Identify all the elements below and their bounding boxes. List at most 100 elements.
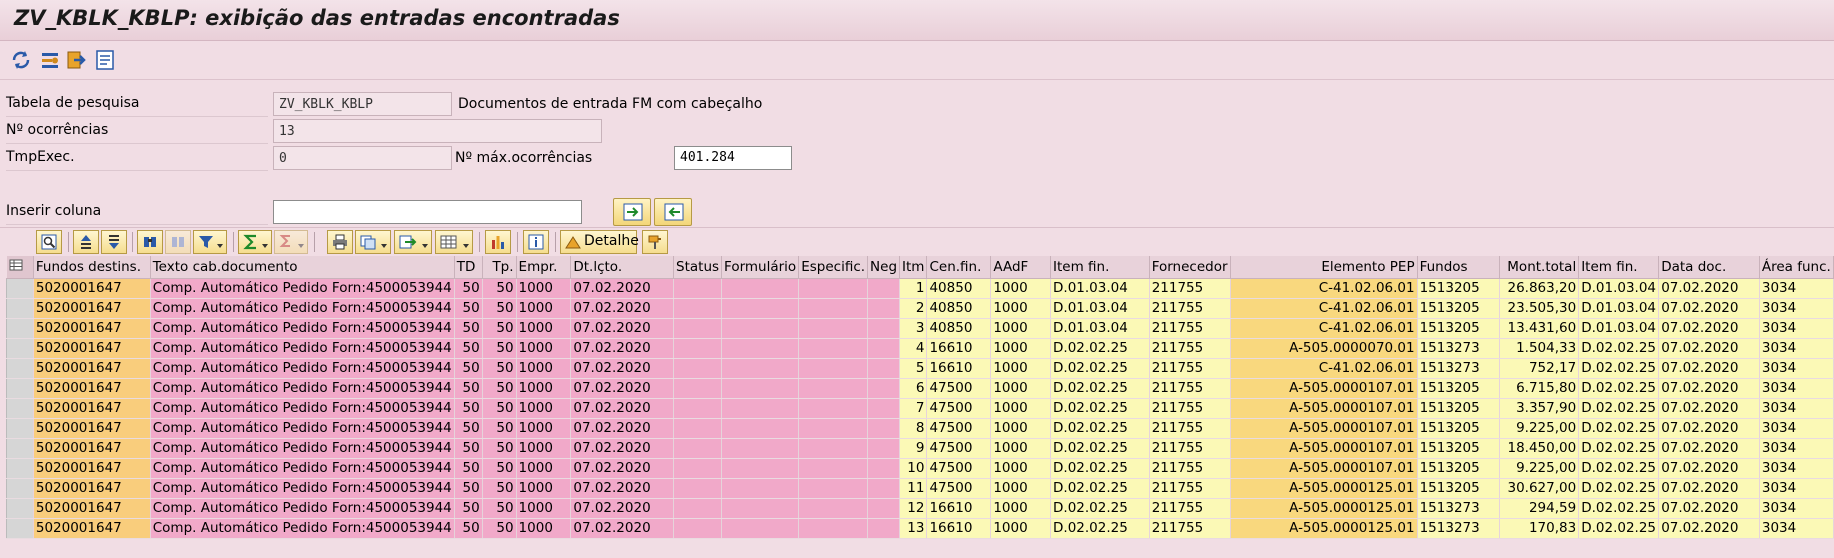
- table-cell[interactable]: Comp. Automático Pedido Forn:4500053944: [150, 358, 455, 379]
- table-cell[interactable]: [798, 378, 869, 399]
- column-header[interactable]: Item fin.: [1578, 256, 1660, 279]
- table-cell[interactable]: 16610: [926, 498, 992, 519]
- table-cell[interactable]: 07.02.2020: [570, 418, 675, 439]
- table-cell[interactable]: [798, 298, 869, 319]
- table-cell[interactable]: 1513273: [1417, 358, 1501, 379]
- table-cell[interactable]: [673, 418, 723, 439]
- table-row[interactable]: 5020001647 Comp. Automático Pedido Forn:4…: [6, 357, 1834, 379]
- table-cell[interactable]: 50: [482, 398, 517, 419]
- table-cell[interactable]: D.02.02.25: [1578, 398, 1660, 419]
- table-cell[interactable]: [673, 358, 723, 379]
- table-cell[interactable]: A-505.0000070.01: [1230, 338, 1418, 359]
- table-cell[interactable]: Comp. Automático Pedido Forn:4500053944: [150, 458, 455, 479]
- table-cell[interactable]: [721, 498, 800, 519]
- column-header[interactable]: Área func.: [1759, 256, 1834, 279]
- table-cell[interactable]: 50: [454, 418, 483, 439]
- table-cell[interactable]: Comp. Automático Pedido Forn:4500053944: [150, 298, 455, 319]
- table-cell[interactable]: [867, 358, 901, 379]
- column-header[interactable]: Itm: [899, 256, 928, 279]
- table-cell[interactable]: [798, 498, 869, 519]
- table-cell[interactable]: 3034: [1759, 398, 1834, 419]
- table-cell[interactable]: 50: [482, 318, 517, 339]
- row-selector[interactable]: [6, 277, 34, 299]
- row-selector[interactable]: [6, 477, 34, 499]
- table-cell[interactable]: 5020001647: [33, 298, 151, 319]
- row-selector[interactable]: [6, 357, 34, 379]
- table-cell[interactable]: [721, 418, 800, 439]
- table-cell[interactable]: 1513205: [1417, 298, 1501, 319]
- table-cell[interactable]: [798, 438, 869, 459]
- table-cell[interactable]: [798, 458, 869, 479]
- table-cell[interactable]: 47500: [926, 378, 992, 399]
- table-cell[interactable]: 50: [454, 498, 483, 519]
- table-row[interactable]: 5020001647 Comp. Automático Pedido Forn:4…: [6, 457, 1834, 479]
- column-header[interactable]: Status: [673, 256, 723, 279]
- refresh-icon[interactable]: [10, 49, 32, 71]
- column-header[interactable]: Fundos: [1417, 256, 1501, 279]
- table-cell[interactable]: 1000: [516, 498, 572, 519]
- table-cell[interactable]: 1513205: [1417, 418, 1501, 439]
- table-cell[interactable]: 50: [482, 298, 517, 319]
- column-header[interactable]: Item fin.: [1050, 256, 1150, 279]
- column-header[interactable]: Especific.: [798, 256, 869, 279]
- table-row[interactable]: 5020001647 Comp. Automático Pedido Forn:4…: [6, 417, 1834, 439]
- table-cell[interactable]: 3034: [1759, 478, 1834, 499]
- table-cell[interactable]: 6.715,80: [1499, 378, 1580, 399]
- table-cell[interactable]: [673, 378, 723, 399]
- sort-ascending-button[interactable]: [73, 230, 99, 254]
- table-cell[interactable]: 1513205: [1417, 318, 1501, 339]
- table-cell[interactable]: 07.02.2020: [1658, 298, 1760, 319]
- table-cell[interactable]: [721, 398, 800, 419]
- column-header[interactable]: AAdF: [990, 256, 1052, 279]
- table-cell[interactable]: D.02.02.25: [1050, 518, 1150, 539]
- table-cell[interactable]: 12: [899, 498, 928, 519]
- table-cell[interactable]: 50: [482, 358, 517, 379]
- table-cell[interactable]: 6: [899, 378, 928, 399]
- table-cell[interactable]: D.01.03.04: [1050, 298, 1150, 319]
- table-cell[interactable]: D.02.02.25: [1050, 438, 1150, 459]
- row-selector[interactable]: [6, 377, 34, 399]
- table-cell[interactable]: 1: [899, 278, 928, 299]
- table-cell[interactable]: 40850: [926, 278, 992, 299]
- column-header[interactable]: Cen.fin.: [926, 256, 992, 279]
- column-header[interactable]: Neg: [867, 256, 901, 279]
- table-cell[interactable]: 18.450,00: [1499, 438, 1580, 459]
- column-header[interactable]: Texto cab.documento: [150, 256, 455, 279]
- table-cell[interactable]: A-505.0000107.01: [1230, 378, 1418, 399]
- table-cell[interactable]: 50: [454, 358, 483, 379]
- table-cell[interactable]: 07.02.2020: [570, 318, 675, 339]
- table-cell[interactable]: 5020001647: [33, 358, 151, 379]
- table-cell[interactable]: 50: [454, 278, 483, 299]
- table-cell[interactable]: 3034: [1759, 298, 1834, 319]
- table-cell[interactable]: 1513205: [1417, 478, 1501, 499]
- table-cell[interactable]: A-505.0000125.01: [1230, 478, 1418, 499]
- column-header[interactable]: Dt.lçto.: [570, 256, 675, 279]
- table-cell[interactable]: 1513205: [1417, 458, 1501, 479]
- table-cell[interactable]: A-505.0000107.01: [1230, 418, 1418, 439]
- table-cell[interactable]: 23.505,30: [1499, 298, 1580, 319]
- table-cell[interactable]: 1513273: [1417, 338, 1501, 359]
- table-cell[interactable]: 3034: [1759, 498, 1834, 519]
- table-cell[interactable]: 50: [482, 458, 517, 479]
- table-cell[interactable]: 1000: [990, 278, 1052, 299]
- table-cell[interactable]: 07.02.2020: [570, 458, 675, 479]
- table-cell[interactable]: 07.02.2020: [570, 398, 675, 419]
- table-cell[interactable]: C-41.02.06.01: [1230, 358, 1418, 379]
- table-cell[interactable]: D.02.02.25: [1578, 418, 1660, 439]
- table-cell[interactable]: D.02.02.25: [1578, 438, 1660, 459]
- graphic-button[interactable]: [485, 230, 511, 254]
- table-cell[interactable]: D.01.03.04: [1578, 318, 1660, 339]
- table-cell[interactable]: [867, 518, 901, 539]
- table-cell[interactable]: 5020001647: [33, 498, 151, 519]
- table-cell[interactable]: [673, 498, 723, 519]
- table-cell[interactable]: 1000: [516, 458, 572, 479]
- table-cell[interactable]: 16610: [926, 338, 992, 359]
- max-hits-input[interactable]: 401.284: [674, 146, 792, 170]
- table-cell[interactable]: 1513205: [1417, 278, 1501, 299]
- table-cell[interactable]: 10: [899, 458, 928, 479]
- table-cell[interactable]: 50: [454, 298, 483, 319]
- table-cell[interactable]: [673, 398, 723, 419]
- table-cell[interactable]: [867, 418, 901, 439]
- table-cell[interactable]: [867, 378, 901, 399]
- table-cell[interactable]: 50: [482, 478, 517, 499]
